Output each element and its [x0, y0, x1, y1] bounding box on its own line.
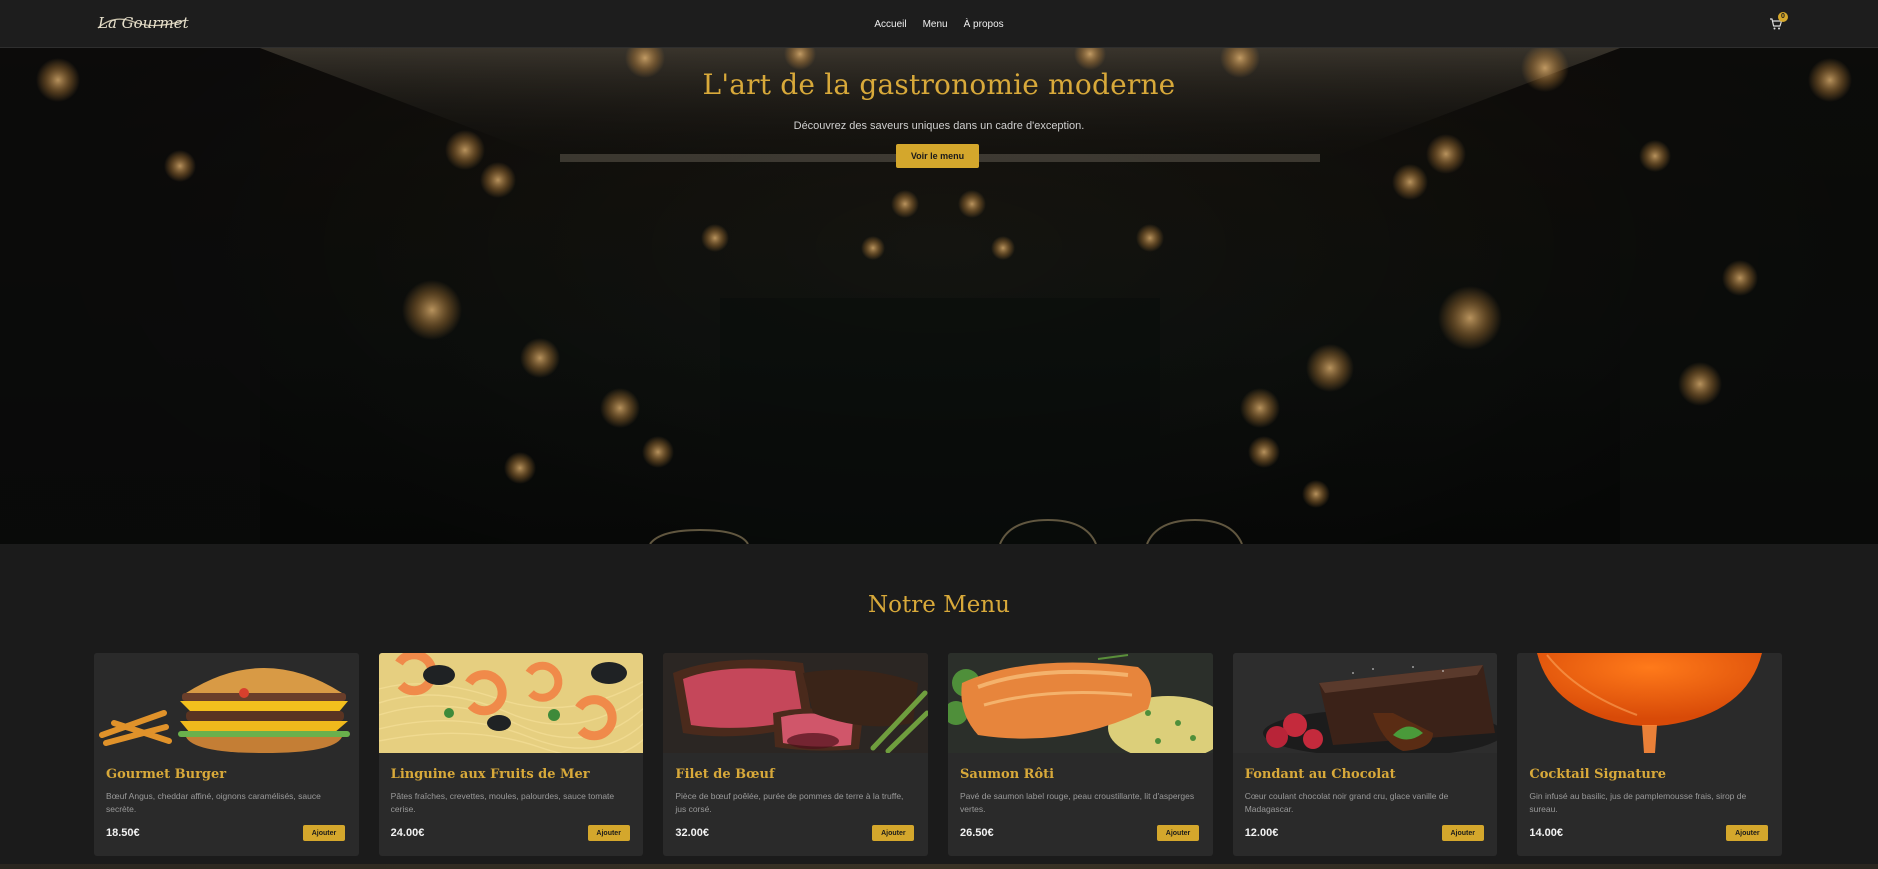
add-to-cart-button[interactable]: Ajouter	[587, 825, 630, 841]
card-price: 14.00€	[1529, 827, 1564, 839]
menu-card-gourmet-burger: Gourmet Burger Bœuf Angus, cheddar affin…	[94, 653, 359, 856]
next-section-edge	[0, 864, 1878, 869]
card-title: Fondant au Chocolat	[1244, 767, 1396, 782]
burger-image	[94, 653, 359, 753]
logo[interactable]: La Gourmet	[94, 8, 190, 36]
menu-card-saumon-roti: Saumon Rôti Pavé de saumon label rouge, …	[948, 653, 1213, 856]
card-description: Bœuf Angus, cheddar affiné, oignons cara…	[106, 791, 321, 814]
nav-link-accueil[interactable]: Accueil	[874, 19, 906, 30]
menu-card-linguine: Linguine aux Fruits de Mer Pâtes fraîche…	[378, 653, 644, 856]
main-nav: Accueil Menu À propos	[0, 0, 1878, 48]
add-to-cart-button[interactable]: Ajouter	[872, 825, 915, 841]
fondant-au-chocolat-image	[1232, 653, 1498, 753]
linguine-image	[378, 653, 644, 753]
add-to-cart-button[interactable]: Ajouter	[303, 825, 345, 841]
add-to-cart-button[interactable]: Ajouter	[1441, 825, 1484, 841]
logo-text: La Gourmet	[97, 14, 190, 32]
hero-subtitle: Découvrez des saveurs uniques dans un ca…	[793, 120, 1085, 132]
card-price: 18.50€	[106, 827, 140, 839]
card-title: Gourmet Burger	[106, 767, 227, 782]
card-title: Saumon Rôti	[960, 767, 1055, 782]
saumon-roti-image	[948, 653, 1213, 753]
card-price: 12.00€	[1244, 827, 1279, 839]
view-menu-button[interactable]: Voir le menu	[896, 144, 979, 168]
card-price: 26.50€	[960, 827, 994, 839]
menu-cards: Gourmet Burger Bœuf Angus, cheddar affin…	[94, 653, 1783, 856]
menu-card-fondant-au-chocolat: Fondant au Chocolat Cœur coulant chocola…	[1232, 653, 1498, 856]
cocktail-signature-image	[1517, 653, 1783, 753]
add-to-cart-button[interactable]: Ajouter	[1157, 825, 1200, 841]
filet-de-boeuf-image	[663, 653, 929, 753]
card-description: Cœur coulant chocolat noir grand cru, gl…	[1244, 791, 1449, 814]
hero-title: L'art de la gastronomie moderne	[702, 68, 1176, 101]
nav-link-menu[interactable]: Menu	[923, 19, 948, 30]
menu-card-filet-de-boeuf: Filet de Bœuf Pièce de bœuf poêlée, puré…	[663, 653, 929, 856]
card-title: Filet de Bœuf	[675, 767, 775, 782]
cart-count-badge: 0	[1778, 12, 1788, 22]
card-description: Gin infusé au basilic, jus de pamplemous…	[1529, 791, 1747, 814]
cart-button[interactable]: 0	[1767, 12, 1789, 35]
card-description: Pièce de bœuf poêlée, purée de pommes de…	[675, 791, 904, 814]
card-description: Pâtes fraîches, crevettes, moules, palou…	[390, 791, 615, 814]
add-to-cart-button[interactable]: Ajouter	[1726, 825, 1769, 841]
card-description: Pavé de saumon label rouge, peau crousti…	[960, 791, 1195, 814]
card-price: 24.00€	[390, 827, 425, 839]
nav-link-a-propos[interactable]: À propos	[964, 19, 1004, 30]
card-price: 32.00€	[675, 827, 709, 839]
menu-card-cocktail-signature: Cocktail Signature Gin infusé au basilic…	[1517, 653, 1783, 856]
menu-section-title: Notre Menu	[868, 592, 1010, 618]
card-title: Linguine aux Fruits de Mer	[390, 767, 590, 782]
navbar: La Gourmet Accueil Menu À propos 0	[0, 0, 1878, 48]
hero-section: L'art de la gastronomie moderne Découvre…	[0, 48, 1878, 544]
card-title: Cocktail Signature	[1529, 767, 1666, 782]
